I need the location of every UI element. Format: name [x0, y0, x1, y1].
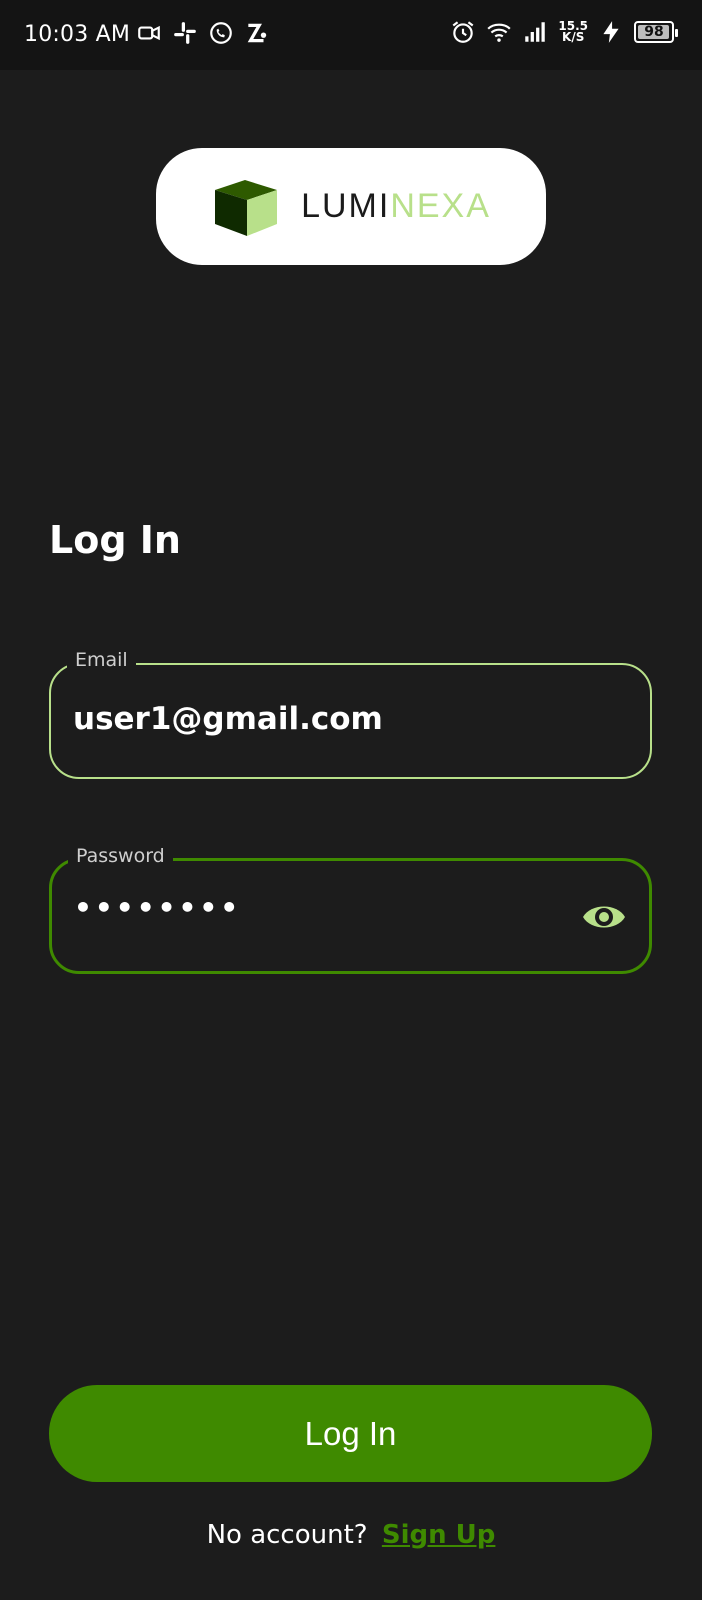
password-field[interactable]: Password ••••••••	[49, 845, 652, 974]
email-input[interactable]: user1@gmail.com	[73, 701, 383, 737]
video-icon	[138, 25, 160, 41]
alarm-icon	[452, 21, 474, 43]
network-speed: 15.5 K/S	[558, 20, 588, 44]
eye-icon[interactable]	[581, 899, 627, 935]
wifi-icon	[487, 23, 511, 42]
page-title: Log In	[49, 518, 181, 562]
battery-level: 98	[644, 24, 664, 40]
app-logo: LUMINEXA	[156, 148, 546, 265]
slack-icon	[174, 22, 196, 44]
status-time: 10:03 AM	[24, 22, 131, 47]
signal-icon	[525, 22, 546, 42]
whatsapp-icon	[210, 22, 232, 44]
email-field[interactable]: Email user1@gmail.com	[49, 649, 652, 779]
notification-icons	[136, 20, 270, 46]
signup-link[interactable]: Sign Up	[382, 1520, 496, 1550]
cube-icon	[215, 179, 278, 236]
email-label: Email	[67, 649, 136, 671]
app-icon	[247, 23, 267, 43]
login-button[interactable]: Log In	[49, 1385, 652, 1482]
no-account-text: No account?	[206, 1520, 368, 1550]
logo-text-dark: LUMI	[301, 187, 391, 225]
network-speed-unit: K/S	[562, 30, 585, 44]
password-label: Password	[68, 845, 173, 867]
battery-indicator: 98	[634, 21, 678, 43]
password-input[interactable]: ••••••••	[74, 891, 241, 924]
status-bar: 10:03 AM 15.5 K/S 98	[0, 0, 702, 70]
logo-wordmark: LUMINEXA	[301, 187, 491, 226]
charging-icon	[603, 21, 619, 43]
system-icons: 15.5 K/S 98	[450, 19, 678, 45]
signup-prompt: No account? Sign Up	[0, 1520, 702, 1550]
logo-text-light: NEXA	[390, 187, 491, 225]
